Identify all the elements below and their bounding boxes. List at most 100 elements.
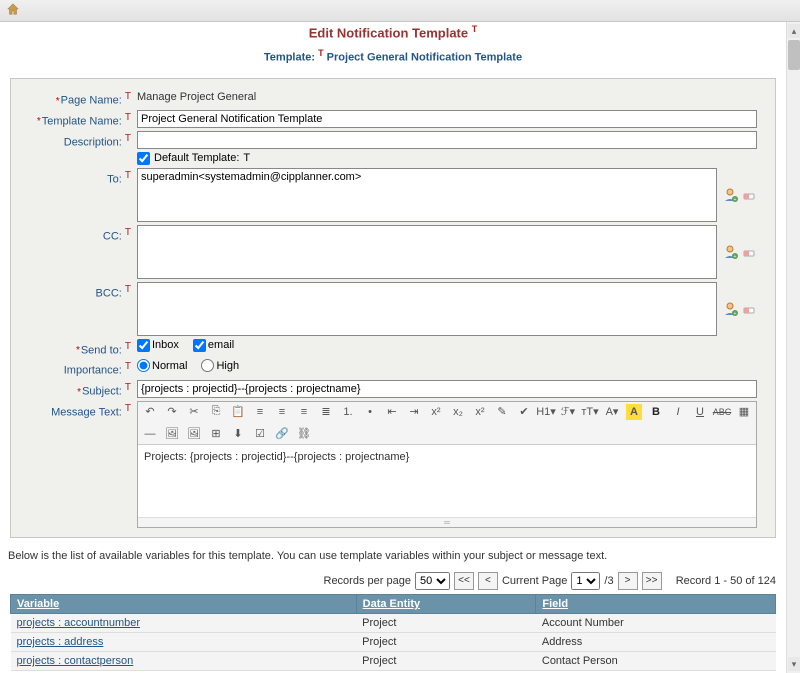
- col-entity[interactable]: Data Entity: [356, 594, 536, 613]
- cc-textarea[interactable]: [137, 225, 717, 279]
- bold-icon[interactable]: B: [648, 404, 664, 420]
- subscript-icon[interactable]: x₂: [450, 404, 466, 420]
- table-row: projects : addressProjectAddress: [11, 632, 776, 651]
- add-user-icon[interactable]: +: [723, 244, 739, 260]
- field-cell: Account Number: [536, 613, 776, 632]
- add-user-icon[interactable]: +: [723, 187, 739, 203]
- prev-page-button[interactable]: <: [478, 572, 498, 590]
- font-size-icon[interactable]: тT▾: [582, 404, 598, 420]
- link-icon[interactable]: 🔗: [274, 426, 290, 442]
- template-name-input[interactable]: [137, 110, 757, 128]
- scrollbar-thumb[interactable]: [788, 40, 800, 70]
- col-field[interactable]: Field: [536, 594, 776, 613]
- check-icon[interactable]: ☑: [252, 426, 268, 442]
- align-justify-icon[interactable]: ≣: [318, 404, 334, 420]
- last-page-button[interactable]: >>: [642, 572, 662, 590]
- scroll-up-icon[interactable]: ▴: [788, 24, 800, 38]
- highlight-icon[interactable]: A: [626, 404, 642, 420]
- pagination-bar: Records per page 50 << < Current Page 1 …: [0, 568, 786, 594]
- eraser-icon[interactable]: [741, 187, 757, 203]
- form-panel: *Page Name: T Manage Project General *Te…: [10, 78, 776, 538]
- align-right-icon[interactable]: ≡: [296, 404, 312, 420]
- field-cell: Contact Person: [536, 651, 776, 670]
- rich-text-editor: ↶ ↷ ✂ ⎘ 📋 ≡ ≡ ≡ ≣ 1. • ⇤ ⇥ x² x: [137, 401, 757, 528]
- italic-icon[interactable]: I: [670, 404, 686, 420]
- font-color-icon[interactable]: A▾: [604, 404, 620, 420]
- current-page-select[interactable]: 1: [571, 572, 600, 590]
- add-user-icon[interactable]: +: [723, 301, 739, 317]
- col-variable[interactable]: Variable: [11, 594, 357, 613]
- eraser-icon[interactable]: [741, 244, 757, 260]
- first-page-button[interactable]: <<: [454, 572, 474, 590]
- unordered-list-icon[interactable]: •: [362, 404, 378, 420]
- inbox-label: Inbox: [152, 339, 179, 351]
- variable-link[interactable]: projects : address: [11, 632, 357, 651]
- importance-normal-radio[interactable]: [137, 359, 150, 372]
- image2-icon[interactable]: 🖼: [186, 426, 202, 442]
- page-name-value: Manage Project General: [137, 89, 256, 103]
- image1-icon[interactable]: 🖼: [164, 426, 180, 442]
- editor-content[interactable]: Projects: {projects : projectid}--{proje…: [138, 445, 756, 517]
- variables-table: Variable Data Entity Field projects : ac…: [10, 594, 776, 671]
- paste-icon[interactable]: 📋: [230, 404, 246, 420]
- description-label: Description: T: [19, 131, 137, 149]
- heading-icon[interactable]: H1▾: [538, 404, 554, 420]
- table-icon[interactable]: ⊞: [208, 426, 224, 442]
- variable-link[interactable]: projects : accountnumber: [11, 613, 357, 632]
- info-text: Below is the list of available variables…: [8, 550, 776, 562]
- page-name-label: *Page Name: T: [19, 89, 137, 107]
- subject-input[interactable]: [137, 380, 757, 398]
- page-title: Edit Notification Template T: [0, 22, 786, 42]
- svg-text:+: +: [734, 254, 737, 260]
- align-center-icon[interactable]: ≡: [274, 404, 290, 420]
- svg-text:+: +: [734, 311, 737, 317]
- clear-format-icon[interactable]: ✎: [494, 404, 510, 420]
- email-label: email: [208, 339, 234, 351]
- strike-icon[interactable]: ABC: [714, 404, 730, 420]
- copy-icon[interactable]: ⎘: [208, 404, 224, 420]
- bcc-textarea[interactable]: [137, 282, 717, 336]
- insert-icon[interactable]: ⬇: [230, 426, 246, 442]
- rpp-select[interactable]: 50: [415, 572, 450, 590]
- underline-icon[interactable]: U: [692, 404, 708, 420]
- subject-label: *Subject: T: [19, 380, 137, 398]
- scrollbar[interactable]: ▴ ▾: [786, 22, 800, 673]
- variable-link[interactable]: projects : contactperson: [11, 651, 357, 670]
- importance-normal-label: Normal: [152, 360, 187, 372]
- spellcheck-icon[interactable]: ✔: [516, 404, 532, 420]
- current-page-label: Current Page: [502, 575, 567, 587]
- sup2-icon[interactable]: x²: [472, 404, 488, 420]
- template-name-label: *Template Name: T: [19, 110, 137, 128]
- grid-icon[interactable]: ▦: [736, 404, 752, 420]
- eraser-icon[interactable]: [741, 301, 757, 317]
- editor-resize-handle[interactable]: ═: [138, 517, 756, 527]
- cut-icon[interactable]: ✂: [186, 404, 202, 420]
- default-template-label: Default Template:: [154, 152, 239, 164]
- importance-label: Importance: T: [19, 359, 137, 377]
- ordered-list-icon[interactable]: 1.: [340, 404, 356, 420]
- redo-icon[interactable]: ↷: [164, 404, 180, 420]
- table-row: projects : contactpersonProjectContact P…: [11, 651, 776, 670]
- email-checkbox[interactable]: [193, 339, 206, 352]
- superscript-icon[interactable]: x²: [428, 404, 444, 420]
- unlink-icon[interactable]: ⛓: [296, 426, 312, 442]
- align-left-icon[interactable]: ≡: [252, 404, 268, 420]
- scroll-down-icon[interactable]: ▾: [788, 657, 800, 671]
- to-textarea[interactable]: superadmin<systemadmin@cipplanner.com>: [137, 168, 717, 222]
- inbox-checkbox[interactable]: [137, 339, 150, 352]
- hr-icon[interactable]: —: [142, 426, 158, 442]
- undo-icon[interactable]: ↶: [142, 404, 158, 420]
- record-range: Record 1 - 50 of 124: [676, 575, 776, 587]
- font-family-icon[interactable]: ℱ▾: [560, 404, 576, 420]
- indent-icon[interactable]: ⇥: [406, 404, 422, 420]
- entity-cell: Project: [356, 651, 536, 670]
- next-page-button[interactable]: >: [618, 572, 638, 590]
- description-input[interactable]: [137, 131, 757, 149]
- importance-high-radio[interactable]: [201, 359, 214, 372]
- cc-label: CC: T: [19, 225, 137, 243]
- outdent-icon[interactable]: ⇤: [384, 404, 400, 420]
- importance-high-label: High: [216, 360, 239, 372]
- table-row: projects : accountnumberProjectAccount N…: [11, 613, 776, 632]
- default-template-checkbox[interactable]: [137, 152, 150, 165]
- home-icon[interactable]: [6, 2, 20, 19]
